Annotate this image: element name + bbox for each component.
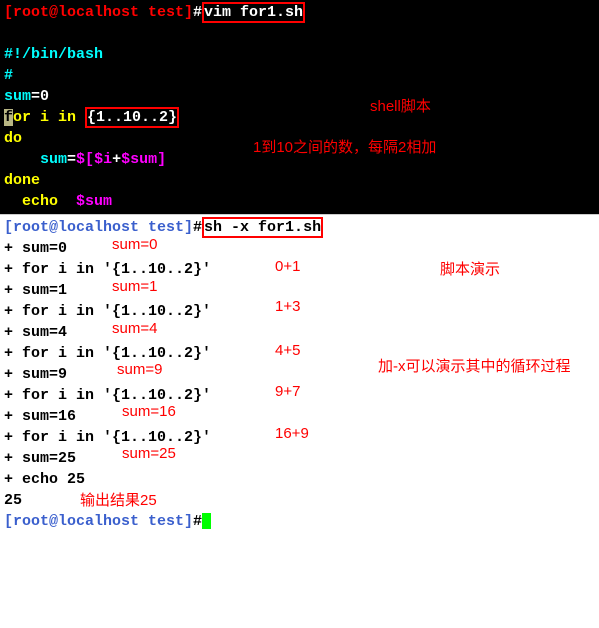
echo-line: echo $sum bbox=[4, 191, 595, 212]
trace-line: + sum=4 bbox=[4, 322, 595, 343]
sh-command: sh -x for1.sh bbox=[204, 219, 321, 236]
trace-line: + sum=16 bbox=[4, 406, 595, 427]
ann-sum4: sum=4 bbox=[112, 320, 157, 337]
ann-9p7: 9+7 bbox=[275, 383, 300, 400]
vim-command: vim for1.sh bbox=[204, 4, 303, 21]
terminal-cursor bbox=[202, 513, 211, 529]
ann-sum0: sum=0 bbox=[112, 236, 157, 253]
ann-result: 输出结果25 bbox=[80, 489, 157, 510]
ann-sum25: sum=25 bbox=[122, 445, 176, 462]
hash-comment: # bbox=[4, 65, 595, 86]
ann-x-explain: 加-x可以演示其中的循环过程 bbox=[378, 355, 571, 376]
ann-sum16: sum=16 bbox=[122, 403, 176, 420]
ann-sum9: sum=9 bbox=[117, 361, 162, 378]
terminal-editor-section: [root@localhost test]#vim for1.sh #!/bin… bbox=[0, 0, 599, 214]
ann-1p3: 1+3 bbox=[275, 298, 300, 315]
ann-sum1: sum=1 bbox=[112, 278, 157, 295]
trace-line: + echo 25 bbox=[4, 469, 595, 490]
trace-line: + sum=0 bbox=[4, 238, 595, 259]
ann-4p5: 4+5 bbox=[275, 342, 300, 359]
terminal-output-section: [root@localhost test]#sh -x for1.sh + su… bbox=[0, 215, 599, 534]
prompt-line-2: [root@localhost test]#sh -x for1.sh bbox=[4, 217, 595, 238]
ann-range-desc: 1到10之间的数，每隔2相加 bbox=[253, 136, 436, 157]
ann-0p1: 0+1 bbox=[275, 258, 300, 275]
ann-16p9: 16+9 bbox=[275, 425, 309, 442]
for-line: for i in {1..10..2} bbox=[4, 107, 595, 128]
prompt-line-3: [root@localhost test]# bbox=[4, 511, 595, 532]
ann-shell-script: shell脚本 bbox=[370, 95, 431, 116]
ann-script-demo: 脚本演示 bbox=[440, 258, 500, 279]
prompt-line-1: [root@localhost test]#vim for1.sh bbox=[4, 2, 595, 23]
trace-line: + sum=25 bbox=[4, 448, 595, 469]
done-keyword: done bbox=[4, 170, 595, 191]
prompt-text: [root@localhost test] bbox=[4, 4, 193, 21]
shebang-line: #!/bin/bash bbox=[4, 44, 595, 65]
sum-init-line: sum=0 bbox=[4, 86, 595, 107]
